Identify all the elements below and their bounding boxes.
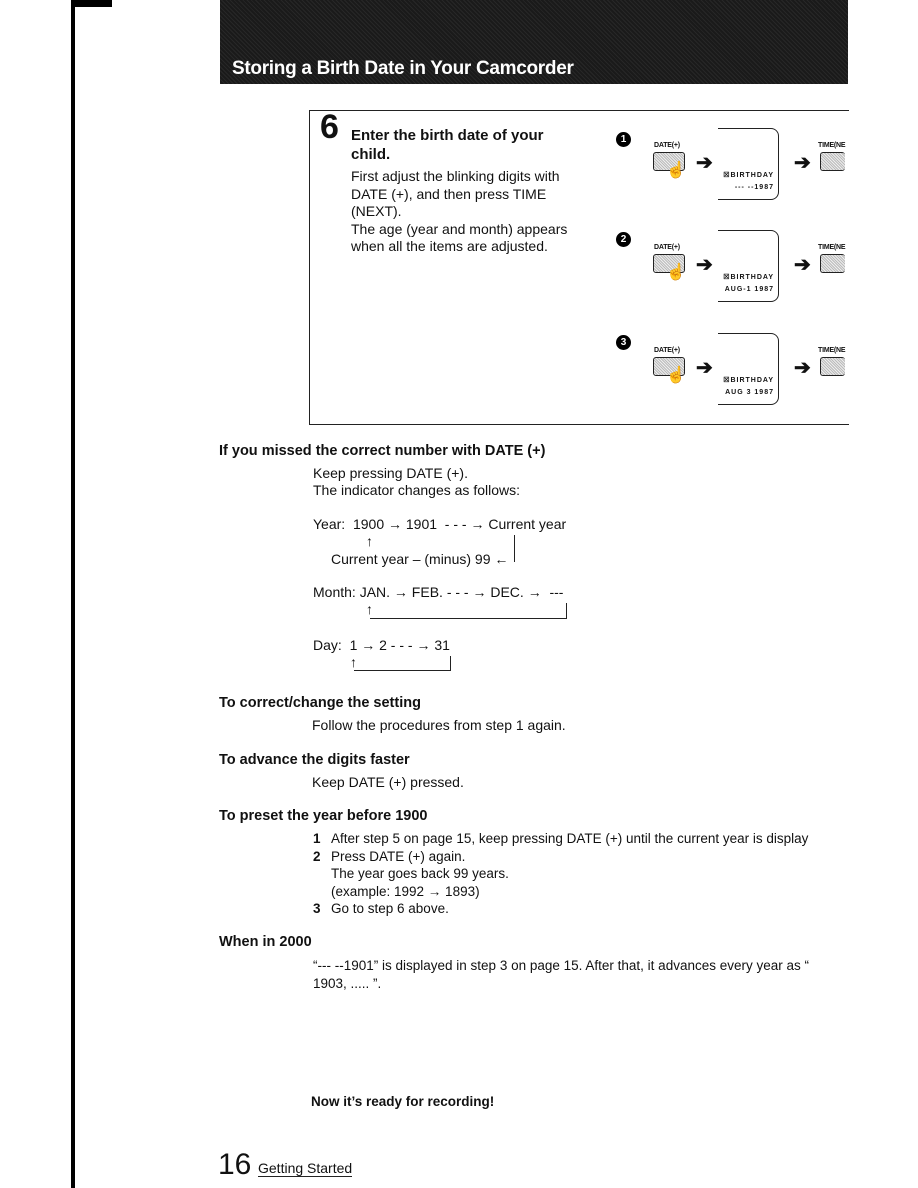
missed-line-1: Keep pressing DATE (+). [313, 465, 468, 481]
pressing-hand-icon: ☝ [666, 367, 686, 384]
time-button-label: TIME(NE [818, 244, 846, 251]
advance-body: Keep DATE (+) pressed. [312, 774, 464, 790]
section-heading-advance: To advance the digits faster [219, 752, 410, 768]
year-up-arrow-icon: ↑ [366, 533, 373, 549]
step-line: when all the items are adjusted. [351, 238, 548, 254]
lcd-line-1: ☒BIRTHDAY [723, 377, 774, 384]
arrow-right-icon: ➔ [794, 152, 811, 174]
lcd-line-2: AUG-1 1987 [724, 286, 774, 293]
page-edge-tab [71, 0, 112, 7]
lcd-line-1: ☒BIRTHDAY [723, 274, 774, 281]
month-sequence: Month: JAN. → FEB. - - - → DEC. → --- [313, 584, 564, 600]
pressing-hand-icon: ☝ [666, 264, 686, 281]
date-button-label: DATE(+) [654, 347, 680, 354]
illustration-panel-1: 1 DATE(+) ☝ ➔ ☒BIRTHDAY --- --1987 ➔ TIM… [616, 128, 848, 218]
time-button-label: TIME(NE [818, 142, 846, 149]
step-line: First adjust the blinking digits with [351, 168, 560, 184]
time-next-button-icon [820, 254, 845, 273]
step-marker-icon: 3 [616, 335, 631, 350]
date-button-label: DATE(+) [654, 244, 680, 251]
missed-line-2: The indicator changes as follows: [313, 482, 520, 498]
year-sequence: Year: 1900 → 1901 - - - → Current year [313, 516, 567, 532]
section-heading-missed: If you missed the correct number with DA… [219, 443, 546, 459]
day-wrap-bracket [354, 656, 451, 671]
section-heading-correct: To correct/change the setting [219, 695, 421, 711]
y2000-line-1: “--- --1901” is displayed in step 3 on p… [313, 958, 809, 973]
y2000-line-2: 1903, ..... ”. [313, 975, 382, 991]
section-heading-y2000: When in 2000 [219, 934, 312, 950]
list-item: 3 Go to step 6 above. [313, 901, 449, 916]
page-edge-bar [71, 0, 75, 1188]
y2000-body: “--- --1901” is displayed in step 3 on p… [313, 957, 918, 992]
page-number: 16 [218, 1148, 252, 1181]
illustration-panel-3: 3 DATE(+) ☝ ➔ ☒BIRTHDAY AUG 3 1987 ➔ TIM… [616, 333, 848, 423]
time-next-button-icon [820, 152, 845, 171]
ready-message: Now it’s ready for recording! [311, 1094, 495, 1109]
time-button-label: TIME(NE [818, 347, 846, 354]
arrow-right-icon: ➔ [794, 254, 811, 276]
arrow-right-icon: ➔ [794, 357, 811, 379]
list-item: (example: 1992 → 1893) [331, 883, 480, 899]
lcd-display: ☒BIRTHDAY AUG-1 1987 [718, 230, 779, 302]
section-heading-preset: To preset the year before 1900 [219, 808, 428, 824]
year-wrap-line [514, 535, 515, 562]
section-name: Getting Started [258, 1160, 353, 1177]
date-button-label: DATE(+) [654, 142, 680, 149]
section-header: Storing a Birth Date in Your Camcorder [220, 0, 848, 84]
arrow-right-icon: ➔ [696, 357, 713, 379]
pressing-hand-icon: ☝ [666, 162, 686, 179]
step-instructions: First adjust the blinking digits with DA… [351, 168, 591, 256]
time-next-button-icon [820, 357, 845, 376]
arrow-right-icon: ➔ [696, 254, 713, 276]
step-line: DATE (+), and then press TIME [351, 185, 547, 202]
step-marker-icon: 2 [616, 232, 631, 247]
lcd-display: ☒BIRTHDAY --- --1987 [718, 128, 779, 200]
step-marker-icon: 1 [616, 132, 631, 147]
month-wrap-bracket [370, 603, 567, 619]
step-line: The age (year and month) appears [351, 220, 568, 237]
list-item: The year goes back 99 years. [331, 866, 509, 881]
illustration-panel-2: 2 DATE(+) ☝ ➔ ☒BIRTHDAY AUG-1 1987 ➔ TIM… [616, 230, 848, 320]
lcd-line-2: AUG 3 1987 [725, 389, 774, 396]
list-item: 1 After step 5 on page 15, keep pressing … [313, 831, 809, 846]
correct-body: Follow the procedures from step 1 again. [312, 717, 566, 733]
page-title: Storing a Birth Date in Your Camcorder [232, 58, 574, 79]
lcd-line-2: --- --1987 [734, 184, 774, 191]
lcd-line-1: ☒BIRTHDAY [723, 172, 774, 179]
arrow-right-icon: ➔ [696, 152, 713, 174]
step-title: Enter the birth date of your child. [351, 127, 544, 163]
step-number: 6 [320, 108, 339, 146]
lcd-display: ☒BIRTHDAY AUG 3 1987 [718, 333, 779, 405]
day-sequence: Day: 1 → 2 - - - → 31 [313, 637, 450, 653]
preset-list: 1 After step 5 on page 15, keep pressing … [313, 830, 918, 918]
step-line: (NEXT). [351, 203, 402, 219]
year-wrap-text: Current year – (minus) 99 ← [331, 551, 509, 567]
list-item: 2 Press DATE (+) again. [313, 848, 466, 864]
